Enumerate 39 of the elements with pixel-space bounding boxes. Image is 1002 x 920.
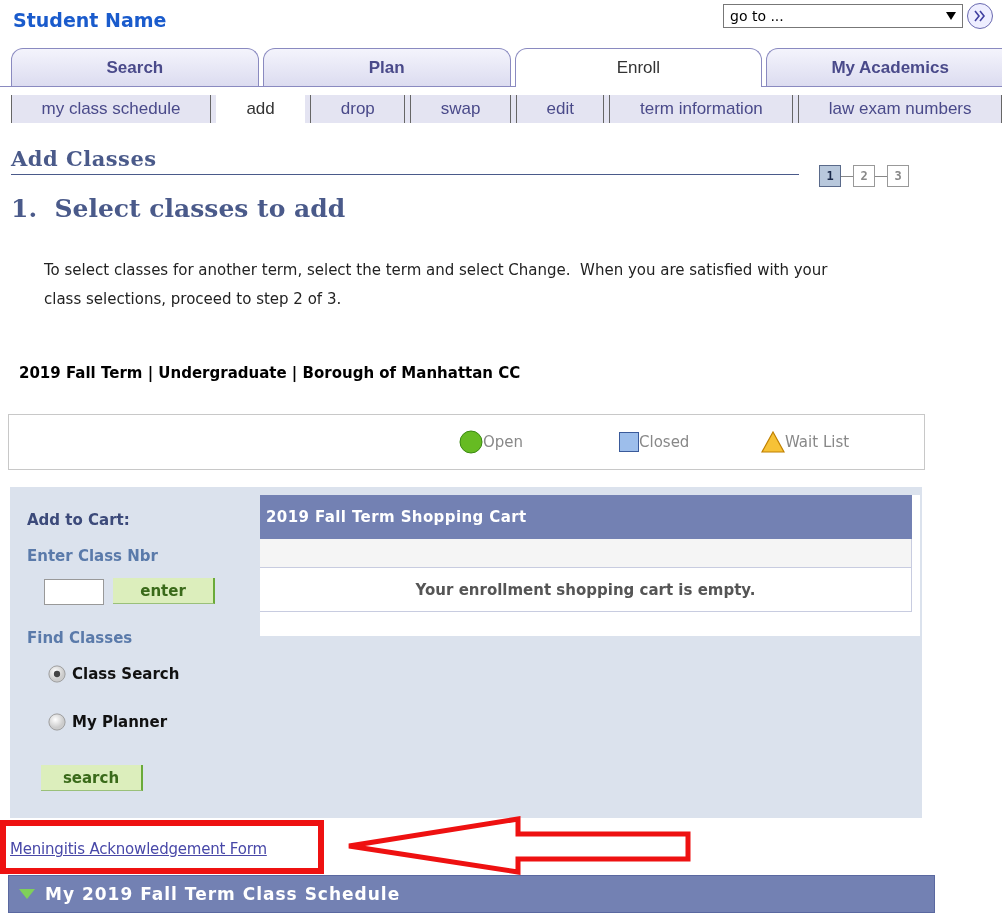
enter-button[interactable]: enter (113, 578, 215, 604)
tab[interactable]: My Academics (766, 48, 1002, 86)
step-indicator: 3 (887, 165, 909, 187)
step-heading: 1. Select classes to add (11, 194, 347, 223)
subtab[interactable]: drop (310, 95, 406, 123)
student-name: Student Name (13, 9, 167, 31)
radio-button[interactable] (48, 665, 66, 683)
legend-label: Wait List (785, 433, 850, 451)
subtab[interactable]: term information (609, 95, 794, 123)
page-title: Add Classes (11, 146, 799, 175)
radio-label: Class Search (72, 665, 180, 683)
subtab[interactable]: edit (516, 95, 605, 123)
double-chevron-icon (973, 10, 987, 22)
legend-label: Open (483, 433, 524, 451)
cart-header: 2019 Fall Term Shopping Cart (260, 495, 912, 539)
enter-class-label: Enter Class Nbr (27, 547, 159, 565)
goto-dropdown[interactable]: go to ... (723, 4, 963, 28)
go-button[interactable] (967, 3, 993, 29)
tab[interactable]: Plan (262, 48, 511, 86)
caret-icon (946, 12, 956, 20)
step-indicator: 2 (853, 165, 875, 187)
search-button[interactable]: search (41, 765, 143, 791)
radio-button[interactable] (48, 713, 66, 731)
subtab[interactable]: law exam numbers (798, 95, 1002, 123)
add-to-cart-heading: Add to Cart: (27, 511, 131, 529)
class-number-field[interactable] (44, 579, 104, 605)
instructions: To select classes for another term, select the term and select Change. When you are satisfied with your class selections, proceed to step 2 of 3. (44, 260, 829, 310)
tab[interactable]: Enroll (514, 48, 763, 87)
legend-label: Closed (639, 433, 690, 451)
subtab[interactable]: add (215, 95, 306, 123)
term-line: 2019 Fall Term | Undergraduate | Borough of Manhattan CC (19, 364, 522, 382)
tab[interactable]: Search (11, 48, 259, 86)
find-classes-label: Find Classes (27, 629, 134, 647)
radio-label: My Planner (72, 713, 168, 731)
subtab[interactable]: my class schedule (11, 95, 211, 123)
schedule-section-header[interactable]: My 2019 Fall Term Class Schedule (8, 875, 935, 913)
empty-cart-message: Your enrollment shopping cart is empty. (260, 568, 912, 612)
step-indicator: 1 (819, 165, 841, 187)
subtab[interactable]: swap (410, 95, 512, 123)
